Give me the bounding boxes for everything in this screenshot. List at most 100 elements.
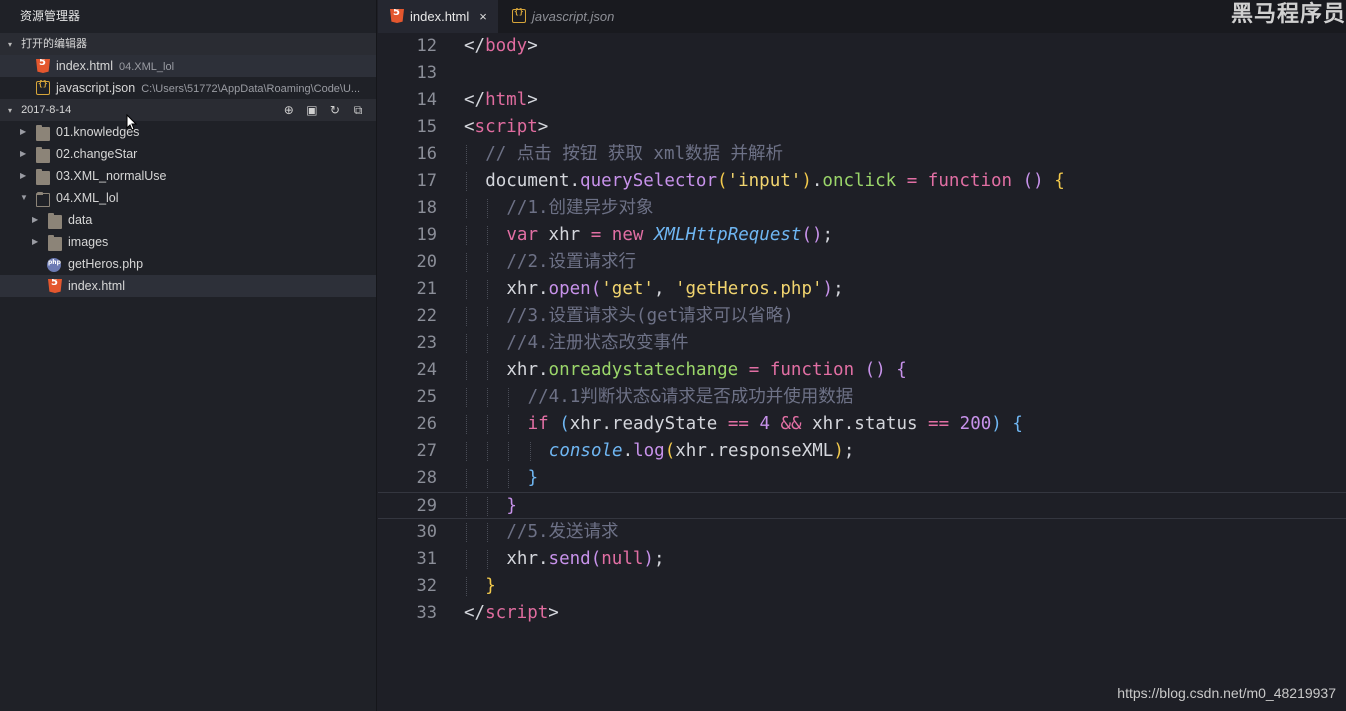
open-editor-item-json[interactable]: javascript.json C:\Users\51772\AppData\Ro… [0, 77, 376, 99]
code-line[interactable]: 14 </html> [378, 87, 1346, 114]
code-token: if [527, 414, 549, 434]
folder-open-icon [36, 192, 50, 207]
code-text: //5.发送请求 [506, 519, 618, 546]
code-text: </body> [464, 33, 538, 60]
tree-item-folder[interactable]: ▶ images [0, 231, 376, 253]
code-comment: //2.设置请求行 [506, 252, 637, 272]
tree-item-label: getHeros.php [68, 257, 144, 271]
code-token: . [569, 171, 581, 191]
tab-index-html[interactable]: index.html × [378, 0, 498, 33]
code-token: } [506, 496, 517, 516]
code-line[interactable]: 33 </script> [378, 600, 1346, 627]
line-number: 24 [416, 360, 437, 380]
code-token: XMLHttpRequest [653, 225, 802, 245]
tree-item-folder[interactable]: ▶ data [0, 209, 376, 231]
folder-icon [36, 169, 50, 185]
chevron-down-icon: ▾ [8, 40, 13, 49]
code-token: xhr [506, 279, 538, 299]
code-line[interactable]: 19 var xhr = new XMLHttpRequest(); [378, 222, 1346, 249]
code-token: function [769, 360, 855, 380]
tab-javascript-json[interactable]: javascript.json [500, 0, 640, 33]
indent-guide [487, 226, 489, 245]
tree-item-folder[interactable]: ▶ 03.XML_normalUse [0, 165, 376, 187]
code-text: //4.注册状态改变事件 [506, 330, 688, 357]
open-editors-header[interactable]: ▾ 打开的编辑器 [0, 33, 376, 55]
code-line[interactable]: 23 //4.注册状态改变事件 [378, 330, 1346, 357]
tree-item-file-selected[interactable]: index.html [0, 275, 376, 297]
code-line[interactable]: 32} [378, 573, 1346, 600]
new-file-icon[interactable]: ⊕ [279, 99, 299, 121]
code-token: ( [559, 414, 570, 434]
chevron-right-icon: ▶ [32, 215, 39, 224]
code-line[interactable]: 13 [378, 60, 1346, 87]
line-number: 20 [416, 252, 437, 272]
code-text: console.log(xhr.responseXML); [549, 438, 855, 465]
indent-guide [466, 577, 467, 596]
code-line[interactable]: 28} [378, 465, 1346, 492]
code-line[interactable]: 16 // 点击 按钮 获取 xml数据 并解析 [378, 141, 1346, 168]
tree-item-folder[interactable]: ▶ 02.changeStar [0, 143, 376, 165]
code-text: </script> [464, 600, 559, 627]
code-token: 200 [959, 414, 992, 434]
json-file-icon [36, 79, 50, 95]
code-line[interactable]: 12 </body> [378, 33, 1346, 60]
indent-guide [487, 388, 489, 407]
code-token: . [601, 414, 612, 434]
code-text: <script> [464, 114, 548, 141]
indent-guide [466, 145, 467, 164]
code-text: xhr.onreadystatechange = function () { [506, 357, 906, 384]
indent-guide [466, 226, 467, 245]
code-token: html [485, 90, 528, 110]
code-text: </html> [464, 87, 538, 114]
line-number: 27 [416, 441, 437, 461]
json-file-icon [512, 7, 526, 23]
workspace-header[interactable]: ▾ 2017-8-14 ⊕ ▣ ↻ ⧉ [0, 99, 376, 121]
html5-file-icon [36, 59, 50, 73]
tree-item-file[interactable]: getHeros.php [0, 253, 376, 275]
code-token: , [653, 279, 676, 299]
new-folder-icon[interactable]: ▣ [302, 99, 322, 121]
tree-item-label: data [68, 213, 93, 227]
tree-item-folder[interactable]: ▶ 01.knowledges [0, 121, 376, 143]
code-token: </ [464, 603, 486, 623]
tab-label: javascript.json [532, 9, 615, 24]
code-line[interactable]: 24 xhr.onreadystatechange = function () { [378, 357, 1346, 384]
code-token: ( [717, 171, 728, 191]
code-line[interactable]: 29} [378, 492, 1346, 519]
code-token: ; [833, 279, 844, 299]
open-editor-item-index[interactable]: index.html 04.XML_lol [0, 55, 376, 77]
collapse-all-icon[interactable]: ⧉ [348, 99, 368, 121]
code-token: > [548, 603, 559, 623]
code-token: . [538, 360, 549, 380]
close-icon[interactable]: × [479, 9, 487, 24]
code-line[interactable]: 26 if (xhr.readyState == 4 && xhr.status … [378, 411, 1346, 438]
indent-guide [466, 388, 467, 407]
code-token: function [927, 171, 1013, 191]
code-token: ) [801, 171, 812, 191]
code-line[interactable]: 20 //2.设置请求行 [378, 249, 1346, 276]
code-text: if (xhr.readyState == 4 && xhr.status ==… [528, 411, 1023, 438]
code-line[interactable]: 15 <script> [378, 114, 1346, 141]
code-editor[interactable]: 12 </body> 13 14 </html> 15 <script> 16// 点击 按钮… [378, 33, 1346, 711]
indent-guide [487, 307, 489, 326]
indent-guide [487, 280, 489, 299]
code-line[interactable]: 30 //5.发送请求 [378, 519, 1346, 546]
line-number: 33 [416, 603, 437, 623]
code-line[interactable]: 21 xhr.open('get', 'getHeros.php'); [378, 276, 1346, 303]
code-token: > [527, 36, 538, 56]
line-number: 12 [416, 36, 437, 56]
code-line[interactable]: 22 //3.设置请求头(get请求可以省略) [378, 303, 1346, 330]
code-line[interactable]: 25 //4.1判断状态&请求是否成功并使用数据 [378, 384, 1346, 411]
refresh-icon[interactable]: ↻ [325, 99, 345, 121]
code-line[interactable]: 18 //1.创建异步对象 [378, 195, 1346, 222]
code-line[interactable]: 27 console.log(xhr.responseXML); [378, 438, 1346, 465]
tree-item-label: images [68, 235, 109, 249]
code-line[interactable]: 17 document.querySelector('input').onclic… [378, 168, 1346, 195]
code-token: ( [590, 549, 602, 569]
tree-item-folder-open[interactable]: ▼ 04.XML_lol [0, 187, 376, 209]
code-token: log [633, 441, 665, 461]
code-line[interactable]: 31 xhr.send(null); [378, 546, 1346, 573]
code-token: ) [833, 441, 844, 461]
